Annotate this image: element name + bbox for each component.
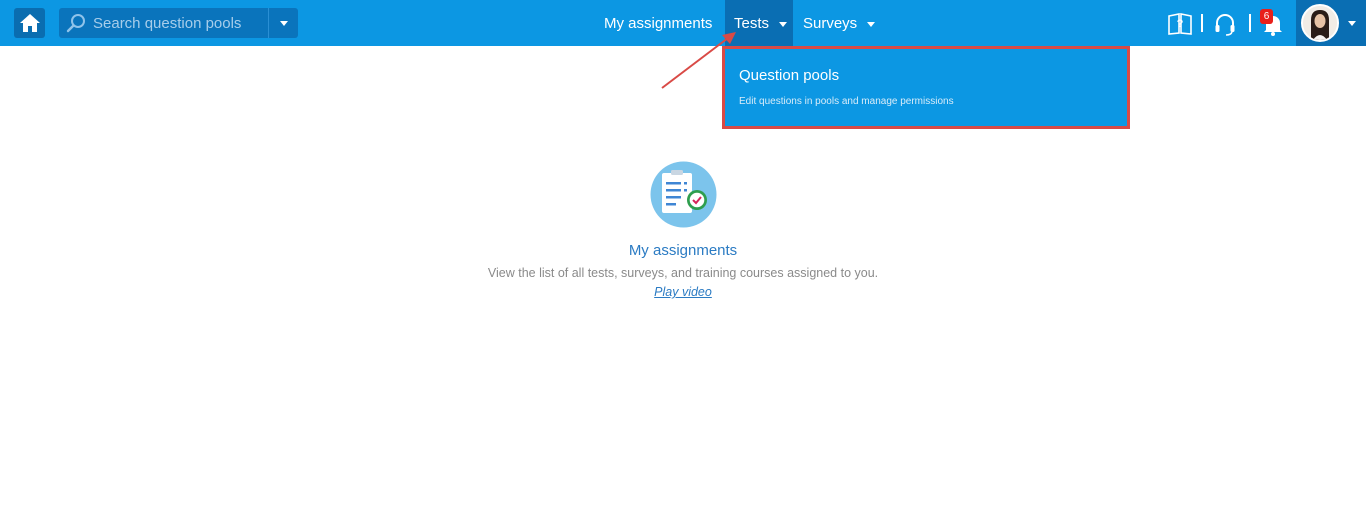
- nav-my-assignments[interactable]: My assignments: [604, 0, 712, 46]
- nav-surveys[interactable]: Surveys: [803, 0, 876, 46]
- menu-item-title: Question pools: [739, 67, 840, 84]
- chevron-down-icon: [779, 21, 788, 27]
- feature-description: View the list of all tests, surveys, and…: [487, 266, 879, 280]
- user-menu[interactable]: [1296, 0, 1366, 46]
- support-button[interactable]: [1212, 11, 1238, 37]
- top-navigation-bar: My assignments Tests Surveys ? 6: [0, 0, 1366, 46]
- search-box: [59, 8, 298, 38]
- chevron-down-icon: [279, 20, 288, 26]
- search-filter-dropdown-button[interactable]: [268, 8, 298, 38]
- toolbar-divider: [1249, 14, 1251, 32]
- notification-count-badge: 6: [1260, 9, 1273, 24]
- question-pools-menu-item[interactable]: Question pools Edit questions in pools a…: [722, 46, 1130, 129]
- play-video-link[interactable]: Play video: [433, 285, 933, 299]
- home-icon: [19, 14, 40, 32]
- avatar: [1301, 4, 1339, 42]
- headset-icon: [1215, 14, 1235, 36]
- chevron-down-icon: [1348, 21, 1356, 26]
- nav-my-assignments-label: My assignments: [604, 14, 713, 32]
- nav-tests-label: Tests: [734, 14, 770, 32]
- help-button[interactable]: ?: [1167, 11, 1193, 37]
- chevron-down-icon: [867, 21, 876, 27]
- clipboard-check-icon[interactable]: [649, 160, 718, 229]
- nav-surveys-label: Surveys: [803, 14, 858, 32]
- toolbar-divider: [1201, 14, 1203, 32]
- search-icon: [66, 14, 85, 33]
- nav-tests[interactable]: Tests: [725, 0, 793, 46]
- menu-item-description: Edit questions in pools and manage permi…: [739, 96, 954, 107]
- search-input[interactable]: [93, 8, 293, 38]
- help-book-icon: ?: [1168, 13, 1192, 35]
- feature-title[interactable]: My assignments: [433, 242, 933, 259]
- home-button[interactable]: [14, 8, 45, 38]
- svg-text:?: ?: [1177, 18, 1184, 30]
